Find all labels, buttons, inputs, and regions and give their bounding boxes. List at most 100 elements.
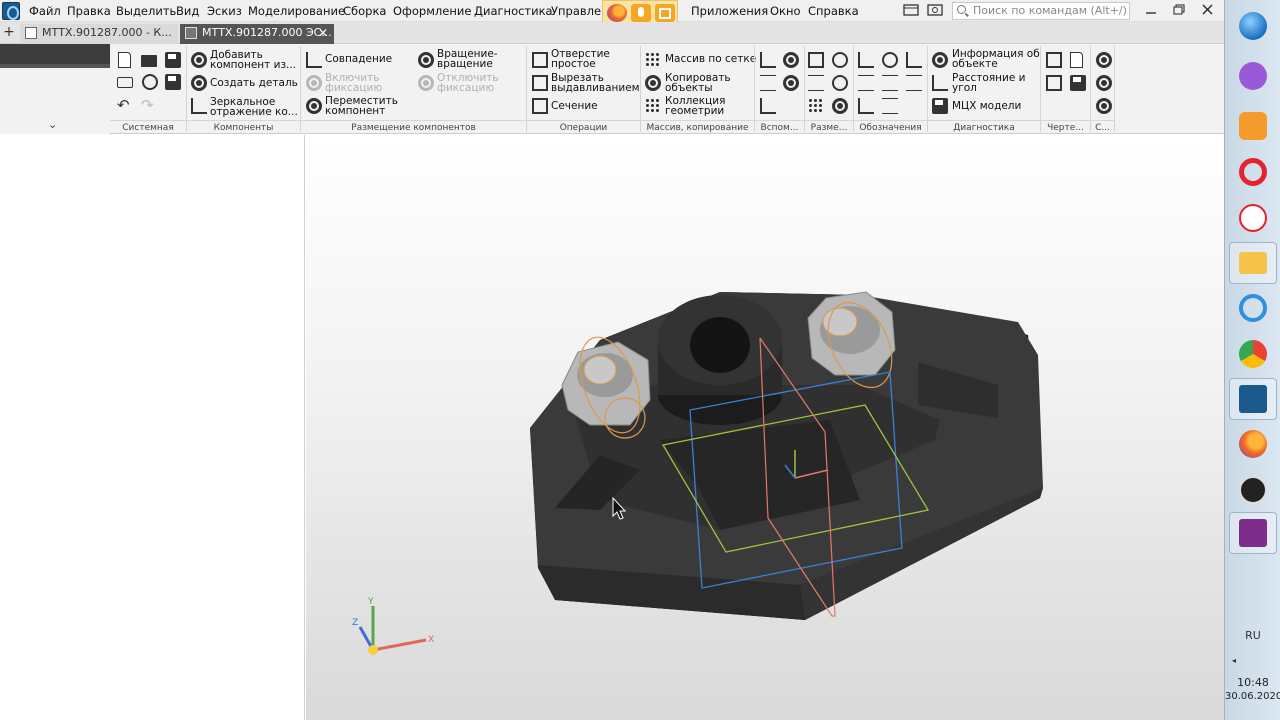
move-component-button[interactable]: Переместить компонент (325, 96, 398, 117)
open-folder-icon[interactable] (141, 55, 157, 67)
new-document-icon[interactable] (118, 52, 131, 68)
extrude-cut-icon[interactable] (532, 75, 548, 91)
menu-help[interactable]: Справка (808, 4, 859, 18)
app-logo-icon[interactable] (2, 2, 20, 20)
auto-dim-icon[interactable] (808, 98, 824, 114)
drawing-spec-icon[interactable] (1046, 75, 1062, 91)
copy-objects-button[interactable]: Копировать объекты (665, 73, 731, 94)
undo-icon[interactable] (117, 96, 133, 114)
menu-control[interactable]: Управлен (551, 4, 609, 18)
angular-dim-icon[interactable] (808, 75, 824, 91)
aux-line-icon[interactable] (760, 98, 776, 114)
menu-select[interactable]: Выделить (116, 4, 176, 18)
object-info-icon[interactable] (932, 52, 948, 68)
firefox-taskbar-icon[interactable] (1235, 426, 1271, 462)
menu-modeling[interactable]: Моделирование (248, 4, 345, 18)
aux-point-icon[interactable] (760, 75, 776, 91)
grid-array-button[interactable]: Массив по сетке (665, 54, 756, 65)
3d-viewport[interactable]: Y X Z (306, 135, 1224, 720)
microphone-icon[interactable] (631, 4, 651, 22)
create-part-icon[interactable] (191, 75, 207, 91)
create-part-button[interactable]: Создать деталь (210, 78, 298, 89)
leader-icon[interactable] (858, 52, 874, 68)
windows-start-icon[interactable] (1235, 8, 1271, 44)
clock-date[interactable]: 30.06.2020 (1225, 691, 1280, 702)
print-icon[interactable] (117, 77, 133, 88)
yandex-browser-icon[interactable] (1235, 200, 1271, 236)
assembly-model[interactable]: Y X Z (306, 135, 1224, 720)
ribbon-collapse-icon[interactable]: ⌄ (48, 118, 57, 131)
base-icon[interactable] (858, 75, 874, 91)
weld-icon[interactable] (882, 98, 898, 114)
roughness-icon[interactable] (906, 52, 922, 68)
radial-dim-icon[interactable] (832, 75, 848, 91)
orientation-triad[interactable]: Y X Z (352, 597, 434, 655)
spec-link-icon[interactable] (1096, 98, 1112, 114)
pdf-app-icon[interactable] (1229, 512, 1277, 554)
add-component-button[interactable]: Добавить компонент из... (210, 50, 296, 71)
restore-icon[interactable] (1170, 2, 1188, 18)
coincidence-button[interactable]: Совпадение (325, 54, 392, 65)
tray-expand-icon[interactable]: ◂ (1232, 656, 1236, 665)
distance-angle-button[interactable]: Расстояние и угол (952, 73, 1025, 94)
rotation-icon[interactable] (418, 52, 434, 68)
internet-explorer-icon[interactable] (1235, 290, 1271, 326)
drawing-view-icon[interactable] (1046, 52, 1062, 68)
geometry-collection-icon[interactable] (645, 98, 661, 114)
copy-objects-icon[interactable] (645, 75, 661, 91)
menu-assembly[interactable]: Сборка (343, 4, 386, 18)
new-tab-button[interactable]: + (2, 24, 16, 40)
redo-icon[interactable] (141, 96, 157, 114)
menu-file[interactable]: Файл (29, 4, 61, 18)
close-icon[interactable] (1199, 2, 1217, 18)
hole-button[interactable]: Отверстие простое (551, 49, 610, 70)
aux-axis-icon[interactable] (783, 52, 799, 68)
tab-document-1[interactable]: МТТХ.901287.000 - К... (20, 24, 178, 44)
mass-properties-icon[interactable] (932, 98, 948, 114)
panel-toggle-icon[interactable] (902, 2, 920, 18)
language-indicator[interactable]: RU (1225, 629, 1280, 642)
menu-view[interactable]: Вид (176, 4, 199, 18)
add-component-icon[interactable] (191, 52, 207, 68)
file-explorer-icon[interactable] (1229, 242, 1277, 284)
purple-app-icon[interactable] (1235, 58, 1271, 94)
extrude-cut-button[interactable]: Вырезать выдавливанием (551, 73, 640, 94)
opera-icon[interactable] (1235, 154, 1271, 190)
kompas-app-icon[interactable] (1229, 378, 1277, 420)
grid-array-icon[interactable] (645, 52, 661, 68)
drawing-sheet-icon[interactable] (1070, 52, 1083, 68)
menu-applications[interactable]: Приложения (691, 4, 768, 18)
spec-icon[interactable] (1096, 52, 1112, 68)
model-tree-panel[interactable] (0, 135, 305, 720)
spec-object-icon[interactable] (1096, 75, 1112, 91)
media-player-icon[interactable] (1235, 108, 1271, 144)
screenshot-icon[interactable] (926, 2, 944, 18)
menu-edit[interactable]: Правка (67, 4, 111, 18)
aux-plane-icon[interactable] (760, 52, 776, 68)
section-button[interactable]: Сечение (551, 101, 598, 112)
aux-cs-icon[interactable] (783, 75, 799, 91)
preview-icon[interactable] (142, 74, 158, 90)
mirror-component-button[interactable]: Зеркальное отражение ко... (210, 97, 298, 118)
minimize-icon[interactable] (1142, 2, 1160, 18)
menu-formatting[interactable]: Оформление (393, 4, 471, 18)
section-icon[interactable] (532, 98, 548, 114)
rotation-button[interactable]: Вращение- вращение (437, 49, 498, 70)
tolerance-icon[interactable] (882, 75, 898, 91)
thread-icon[interactable] (882, 52, 898, 68)
position-icon[interactable] (858, 98, 874, 114)
save-as-icon[interactable] (165, 74, 181, 90)
window-capture-icon[interactable] (655, 4, 675, 22)
coincidence-icon[interactable] (306, 52, 322, 68)
command-search-input[interactable]: Поиск по командам (Alt+/) (952, 2, 1130, 20)
dim-settings-icon[interactable] (832, 98, 848, 114)
drawing-table-icon[interactable] (1070, 75, 1086, 91)
menu-diagnostics[interactable]: Диагностика (474, 4, 553, 18)
obs-icon[interactable] (1235, 472, 1271, 508)
menu-window[interactable]: Окно (770, 4, 801, 18)
tab-close-icon[interactable]: ✕ (318, 24, 328, 42)
menu-sketch[interactable]: Эскиз (207, 4, 242, 18)
move-component-icon[interactable] (306, 98, 322, 114)
geometry-collection-button[interactable]: Коллекция геометрии (665, 96, 725, 117)
save-icon[interactable] (165, 52, 181, 68)
